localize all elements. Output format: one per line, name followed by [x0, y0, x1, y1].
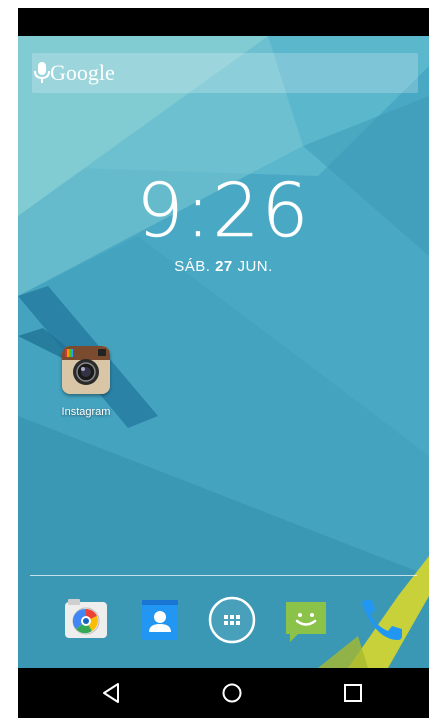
- phone-screen: Google 9:26 SÁB. 27 JUN. Instagram: [18, 8, 429, 718]
- phone-icon: [362, 600, 402, 640]
- messaging-icon: [286, 602, 326, 642]
- google-search-bar[interactable]: Google: [32, 53, 418, 93]
- date-weekday: SÁB.: [174, 258, 211, 275]
- contacts-app-icon[interactable]: [136, 596, 184, 644]
- clock-time[interactable]: 9:26: [18, 171, 429, 252]
- navigation-bar: [18, 668, 429, 718]
- instagram-app-icon[interactable]: [62, 346, 110, 394]
- contacts-icon: [142, 600, 178, 640]
- status-bar: [18, 8, 429, 36]
- messaging-app-icon[interactable]: [282, 596, 330, 644]
- instagram-icon: [62, 346, 110, 394]
- camera-icon: [65, 599, 107, 638]
- clock-date: SÁB. 27 JUN.: [18, 258, 429, 275]
- date-day: 27: [215, 258, 233, 275]
- home-screen: Google 9:26 SÁB. 27 JUN. Instagram: [18, 36, 429, 668]
- app-drawer-button[interactable]: [208, 596, 256, 644]
- date-month: JUN.: [237, 258, 273, 275]
- phone-app-icon[interactable]: [356, 596, 404, 644]
- app-drawer-icon: [208, 596, 256, 644]
- app-label: Instagram: [61, 406, 111, 418]
- camera-app-icon[interactable]: [62, 596, 110, 644]
- recents-icon[interactable]: [340, 680, 366, 706]
- google-logo-text: Google: [50, 60, 115, 85]
- microphone-icon[interactable]: [32, 61, 52, 85]
- home-icon[interactable]: [219, 680, 245, 706]
- back-icon[interactable]: [98, 680, 124, 706]
- dock-divider: [30, 575, 417, 576]
